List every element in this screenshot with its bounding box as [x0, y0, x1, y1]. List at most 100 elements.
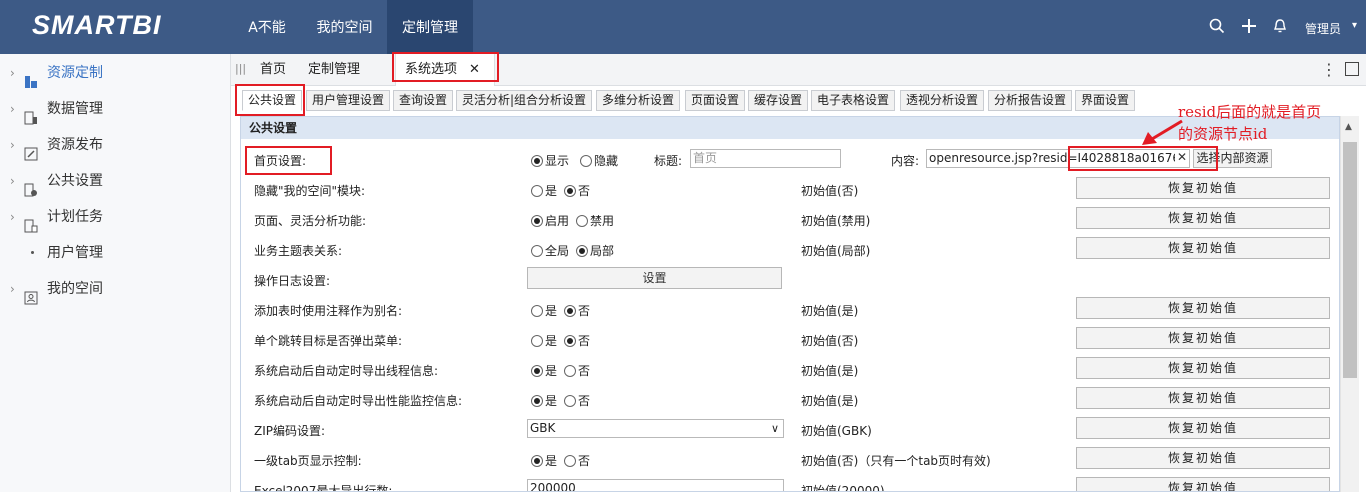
dot-icon	[31, 251, 34, 254]
sidebar-item-my-space[interactable]: › 我的空间	[0, 271, 231, 307]
row-label: 添加表时使用注释作为别名:	[254, 304, 403, 318]
initial-value: 初始值(否)	[801, 334, 859, 348]
zip-encoding-select[interactable]: GBK ∨	[527, 419, 784, 438]
subtab-spreadsheet[interactable]: 电子表格设置	[811, 90, 896, 111]
initial-value: 初始值(20000)	[801, 484, 885, 492]
row-label: 系统启动后自动定时导出性能监控信息:	[254, 394, 463, 408]
annotation-text: resid后面的就是首页 的资源节点id	[1178, 101, 1321, 145]
sidebar-item-public-settings[interactable]: › 公共设置	[0, 163, 231, 199]
highlight-box-home-settings	[245, 146, 332, 175]
radio-yes[interactable]: 是	[531, 332, 557, 349]
sidebar-item-label: 计划任务	[47, 209, 103, 225]
radio-yes[interactable]: 是	[531, 452, 557, 469]
radio-global[interactable]: 全局	[531, 242, 569, 259]
row-page-flex-analysis: 页面、灵活分析功能: 启用 禁用 初始值(禁用) 恢复初始值	[241, 204, 1339, 234]
user-menu[interactable]: 管理员	[1305, 20, 1341, 37]
initial-value: 初始值(局部)	[801, 244, 871, 258]
radio-yes[interactable]: 是	[531, 182, 557, 199]
chevron-right-icon: ›	[10, 102, 15, 116]
subtab-page[interactable]: 页面设置	[685, 90, 746, 111]
restore-default-button[interactable]: 恢复初始值	[1076, 387, 1330, 409]
restore-default-button[interactable]: 恢复初始值	[1076, 417, 1330, 439]
row-comment-alias: 添加表时使用注释作为别名: 是 否 初始值(是) 恢复初始值	[241, 294, 1339, 324]
restore-default-button[interactable]: 恢复初始值	[1076, 297, 1330, 319]
chevron-right-icon: ›	[10, 138, 15, 152]
scroll-up-icon[interactable]: ▲	[1345, 122, 1352, 132]
sidebar-item-resource-publish[interactable]: › 资源发布	[0, 127, 231, 163]
data-icon	[24, 103, 38, 125]
restore-default-button[interactable]: 恢复初始值	[1076, 327, 1330, 349]
sidebar-item-label: 数据管理	[47, 101, 103, 117]
more-icon[interactable]: ⋮	[1321, 60, 1337, 79]
radio-no[interactable]: 否	[564, 302, 590, 319]
sidebar-item-scheduled-tasks[interactable]: › 计划任务	[0, 199, 231, 235]
chevron-down-icon[interactable]: ▾	[1352, 20, 1357, 31]
row-export-thread-info: 系统启动后自动定时导出线程信息: 是 否 初始值(是) 恢复初始值	[241, 354, 1339, 384]
nav-my-space[interactable]: 我的空间	[302, 0, 387, 54]
scrollbar-thumb[interactable]	[1343, 142, 1357, 378]
restore-default-button[interactable]: 恢复初始值	[1076, 357, 1330, 379]
nav-a-buneng[interactable]: A不能	[232, 0, 302, 54]
radio-yes[interactable]: 是	[531, 392, 557, 409]
subtab-flex-analysis[interactable]: 灵活分析|组合分析设置	[456, 90, 593, 111]
radio-hide[interactable]: 隐藏	[580, 152, 618, 169]
restore-default-button[interactable]: 恢复初始值	[1076, 207, 1330, 229]
sidebar-item-user-management[interactable]: 用户管理	[0, 235, 231, 271]
excel-max-rows-input[interactable]: 200000	[527, 479, 784, 491]
settings-icon	[24, 175, 38, 197]
nav-custom-management[interactable]: 定制管理	[387, 0, 473, 54]
radio-enable[interactable]: 启用	[531, 212, 569, 229]
subtab-report[interactable]: 分析报告设置	[988, 90, 1073, 111]
setup-button[interactable]: 设置	[527, 267, 782, 289]
chevron-right-icon: ›	[10, 66, 15, 80]
row-label: 操作日志设置:	[254, 274, 331, 288]
subtab-pivot[interactable]: 透视分析设置	[900, 90, 985, 111]
radio-no[interactable]: 否	[564, 362, 590, 379]
tab-home[interactable]: 首页	[260, 54, 290, 86]
radio-no[interactable]: 否	[564, 332, 590, 349]
initial-value: 初始值(否)	[801, 184, 859, 198]
search-icon[interactable]	[1209, 18, 1225, 38]
top-bar: SMARTBI A不能 我的空间 定制管理 管理员 ▾	[0, 0, 1366, 54]
radio-no[interactable]: 否	[564, 452, 590, 469]
grip-icon[interactable]: |||	[235, 62, 246, 75]
restore-default-button[interactable]: 恢复初始值	[1076, 477, 1330, 491]
sidebar-item-resource-custom[interactable]: › 资源定制	[0, 55, 231, 91]
tab-custom-management[interactable]: 定制管理	[308, 54, 370, 86]
vertical-scrollbar[interactable]: ▲	[1340, 116, 1359, 492]
restore-default-button[interactable]: 恢复初始值	[1076, 177, 1330, 199]
radio-no[interactable]: 否	[564, 392, 590, 409]
row-label: Excel2007最大导出行数:	[254, 484, 393, 492]
title-input[interactable]: 首页	[690, 149, 841, 168]
resource-icon	[24, 67, 38, 88]
highlight-box-subtab	[235, 84, 305, 116]
radio-local[interactable]: 局部	[576, 242, 614, 259]
subtab-query[interactable]: 查询设置	[393, 90, 454, 111]
chevron-down-icon: ∨	[770, 422, 779, 435]
radio-disable[interactable]: 禁用	[576, 212, 614, 229]
row-zip-encoding: ZIP编码设置: GBK ∨ 初始值(GBK) 恢复初始值	[241, 414, 1339, 444]
radio-yes[interactable]: 是	[531, 362, 557, 379]
plus-icon[interactable]	[1241, 18, 1257, 38]
subtab-user-management[interactable]: 用户管理设置	[306, 90, 391, 111]
schedule-icon	[24, 211, 38, 233]
subtab-olap[interactable]: 多维分析设置	[596, 90, 681, 111]
restore-default-button[interactable]: 恢复初始值	[1076, 447, 1330, 469]
initial-value: 初始值(GBK)	[801, 424, 872, 438]
bell-icon[interactable]	[1273, 18, 1287, 38]
row-label: ZIP编码设置:	[254, 424, 326, 438]
sidebar-item-data-management[interactable]: › 数据管理	[0, 91, 231, 127]
row-label: 系统启动后自动定时导出线程信息:	[254, 364, 439, 378]
subtab-interface[interactable]: 界面设置	[1075, 90, 1136, 111]
initial-value: 初始值(否)（只有一个tab页时有效)	[801, 454, 991, 468]
radio-no[interactable]: 否	[564, 182, 590, 199]
maximize-icon[interactable]	[1345, 62, 1359, 76]
radio-show[interactable]: 显示	[531, 152, 569, 169]
sidebar-item-label: 用户管理	[47, 245, 103, 261]
settings-panel: 公共设置 首页设置: 显示 隐藏 标题: 首页 内容: openresource…	[240, 116, 1340, 492]
subtab-cache[interactable]: 缓存设置	[748, 90, 809, 111]
restore-default-button[interactable]: 恢复初始值	[1076, 237, 1330, 259]
initial-value: 初始值(是)	[801, 364, 859, 378]
row-label: 业务主题表关系:	[254, 244, 343, 258]
radio-yes[interactable]: 是	[531, 302, 557, 319]
